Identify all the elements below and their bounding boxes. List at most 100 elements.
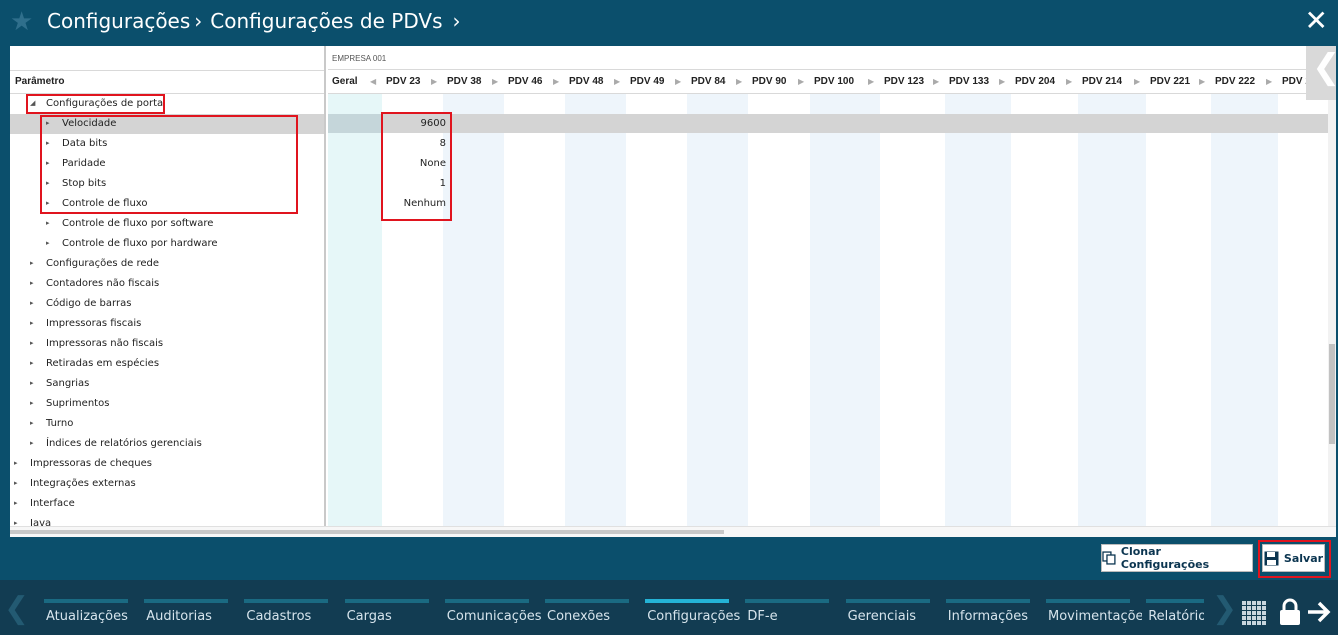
column-expand-icon[interactable]: ▶ [736, 77, 742, 86]
nav-item[interactable]: Auditorias [144, 580, 240, 635]
parameter-column-header: Parâmetro [10, 70, 324, 94]
tree-row[interactable]: ▸ Interface [10, 494, 324, 514]
tree-row[interactable]: ▸ Retiradas em espécies [10, 354, 324, 374]
column-header[interactable]: PDV 84 ▶ [687, 70, 748, 94]
expand-arrow-icon[interactable]: ▸ [30, 299, 34, 307]
tree-row[interactable]: ▸ Controle de fluxo por hardware [10, 234, 324, 254]
breadcrumb-configuracoes-pdvs[interactable]: Configurações de PDVs [210, 9, 442, 33]
expand-arrow-icon[interactable]: ▸ [30, 339, 34, 347]
breadcrumb-configuracoes[interactable]: Configurações [47, 9, 190, 33]
nav-item[interactable]: Conexões [545, 580, 641, 635]
column-header[interactable]: PDV 49 ▶ [626, 70, 687, 94]
lock-icon[interactable] [1278, 598, 1302, 626]
tree-row[interactable]: ▸ Impressoras não fiscais [10, 334, 324, 354]
column-header[interactable]: PDV 133 ▶ [945, 70, 1011, 94]
column-expand-icon[interactable]: ▶ [1266, 77, 1272, 86]
expand-arrow-icon[interactable]: ▸ [30, 359, 34, 367]
column-header-label: PDV 38 [447, 76, 482, 87]
nav-item[interactable]: Cargas [344, 580, 441, 635]
tree-row[interactable]: ▸ Índices de relatórios gerenciais [10, 434, 324, 454]
nav-item-label: Conexões [547, 609, 611, 624]
tree-row[interactable]: ▸ Integrações externas [10, 474, 324, 494]
column-expand-icon[interactable]: ▶ [1066, 77, 1072, 86]
vertical-scrollbar-thumb[interactable] [1329, 344, 1335, 444]
expand-arrow-icon[interactable]: ▸ [46, 219, 50, 227]
tree-row[interactable]: ▸ Impressoras fiscais [10, 314, 324, 334]
tree-row[interactable]: ▸ Sangrias [10, 374, 324, 394]
tree-row[interactable]: ▸ Impressoras de cheques [10, 454, 324, 474]
clone-config-button[interactable]: Clonar Configurações [1101, 544, 1253, 572]
tree-row-label: Impressoras fiscais [46, 318, 142, 329]
arrow-right-icon[interactable] [1306, 601, 1332, 623]
column-header[interactable]: PDV 222 ▶ [1211, 70, 1278, 94]
tree-row[interactable]: ▸ Configurações de rede [10, 254, 324, 274]
nav-scroll-left-icon[interactable]: ❮ [4, 594, 29, 624]
nav-item[interactable]: Informações [945, 580, 1042, 635]
expand-arrow-icon[interactable]: ▸ [14, 499, 18, 507]
vertical-scrollbar[interactable] [1328, 94, 1336, 526]
title-bar: ★ Configurações › Configurações de PDVs › ✕ [0, 0, 1338, 44]
expand-arrow-icon[interactable]: ▸ [14, 479, 18, 487]
column-expand-icon[interactable]: ▶ [798, 77, 804, 86]
nav-item-bar [344, 599, 429, 603]
expand-arrow-icon[interactable]: ▸ [30, 279, 34, 287]
column-header[interactable]: PDV 204 ▶ [1011, 70, 1078, 94]
nav-item[interactable]: Gerenciais [845, 580, 942, 635]
nav-item-bar [745, 599, 830, 603]
expand-arrow-icon[interactable]: ▸ [30, 439, 34, 447]
column-header[interactable]: PDV 38 ▶ [443, 70, 504, 94]
column-header[interactable]: PDV 23 ▶ [382, 70, 443, 94]
nav-item[interactable]: Atualizações [44, 580, 140, 635]
column-header[interactable]: PDV 221 ▶ [1146, 70, 1211, 94]
column-expand-icon[interactable]: ▶ [999, 77, 1005, 86]
horizontal-scrollbar[interactable] [10, 526, 1336, 537]
nav-item[interactable]: Configurações [645, 580, 741, 635]
nav-item[interactable]: Cadastros [244, 580, 340, 635]
expand-arrow-icon[interactable]: ▸ [30, 399, 34, 407]
nav-scroll-right-icon[interactable]: ❯ [1212, 594, 1237, 624]
expand-arrow-icon[interactable]: ▸ [46, 239, 50, 247]
column-expand-icon[interactable]: ▶ [868, 77, 874, 86]
column-expand-icon[interactable]: ▶ [933, 77, 939, 86]
column-expand-icon[interactable]: ▶ [1199, 77, 1205, 86]
column-expand-icon[interactable]: ▶ [614, 77, 620, 86]
horizontal-scrollbar-thumb[interactable] [10, 530, 724, 534]
column-expand-icon[interactable]: ▶ [675, 77, 681, 86]
tree-row[interactable]: ▸ Java [10, 514, 324, 526]
tree-row[interactable]: ▸ Código de barras [10, 294, 324, 314]
expand-arrow-icon[interactable]: ▸ [14, 519, 18, 526]
nav-item[interactable]: DF-e [745, 580, 841, 635]
column-expand-icon[interactable]: ▶ [1134, 77, 1140, 86]
nav-item[interactable]: Comunicações [444, 580, 541, 635]
column-header-label: PDV 48 [569, 76, 604, 87]
column-expand-icon[interactable]: ▶ [553, 77, 559, 86]
column-header[interactable]: PDV 100 ▶ [810, 70, 880, 94]
column-header[interactable]: PDV 90 ▶ [748, 70, 810, 94]
tree-row-label: Índices de relatórios gerenciais [46, 438, 202, 449]
nav-item[interactable]: Relatórios [1146, 580, 1205, 635]
collapse-panel-tab[interactable]: ❮ [1306, 46, 1336, 100]
column-header[interactable]: PDV 123 ▶ [880, 70, 945, 94]
tree-row[interactable]: ▸ Turno [10, 414, 324, 434]
column-header[interactable]: PDV 46 ▶ [504, 70, 565, 94]
favorite-star-icon[interactable]: ★ [10, 8, 33, 34]
column-header[interactable]: PDV 48 ▶ [565, 70, 626, 94]
expand-arrow-icon[interactable]: ▸ [30, 259, 34, 267]
close-icon[interactable]: ✕ [1305, 7, 1328, 35]
expand-arrow-icon[interactable]: ▸ [14, 459, 18, 467]
column-expand-icon[interactable]: ◀ [370, 77, 376, 86]
nav-item-label: Cadastros [246, 609, 312, 624]
column-header[interactable]: Geral ◀ [328, 70, 382, 94]
expand-arrow-icon[interactable]: ▸ [30, 419, 34, 427]
tree-row[interactable]: ▸ Suprimentos [10, 394, 324, 414]
column-expand-icon[interactable]: ▶ [431, 77, 437, 86]
column-expand-icon[interactable]: ▶ [492, 77, 498, 86]
apps-grid-icon[interactable] [1242, 601, 1266, 625]
expand-arrow-icon[interactable]: ▸ [30, 379, 34, 387]
tree-row[interactable]: ▸ Controle de fluxo por software [10, 214, 324, 234]
column-header-label: PDV 23 [386, 76, 421, 87]
column-header[interactable]: PDV 214 ▶ [1078, 70, 1146, 94]
tree-row[interactable]: ▸ Contadores não fiscais [10, 274, 324, 294]
expand-arrow-icon[interactable]: ▸ [30, 319, 34, 327]
nav-item[interactable]: Movimentações [1046, 580, 1142, 635]
